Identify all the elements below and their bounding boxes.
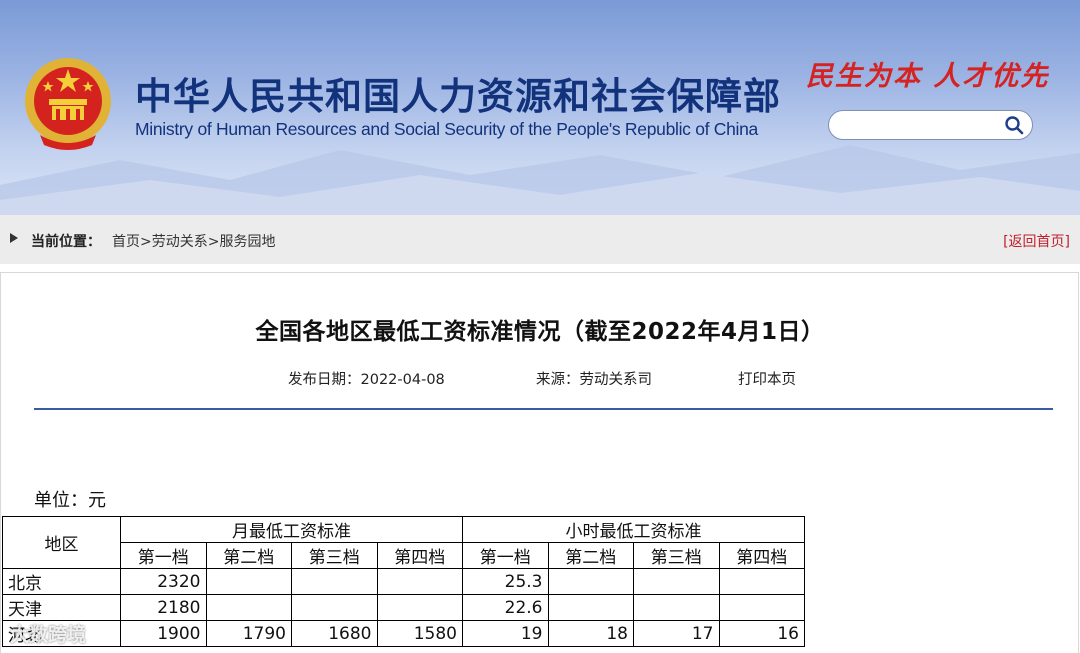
- hourly-cell: 22.6: [462, 594, 549, 621]
- hourly-tier-header: 第三档: [633, 542, 720, 569]
- slogan: 民生为本 人才优先: [806, 61, 1050, 92]
- hourly-cell: [633, 594, 720, 621]
- breadcrumb-separator: >: [207, 234, 220, 250]
- table-header-row: 地区 月最低工资标准 小时最低工资标准: [2, 516, 805, 569]
- monthly-cell: 1790: [205, 620, 292, 647]
- monthly-cell: 1680: [291, 620, 378, 647]
- hourly-tier-header: 第四档: [718, 542, 805, 569]
- breadcrumb-item-home[interactable]: 首页: [112, 234, 140, 250]
- monthly-cell: [205, 594, 292, 621]
- site-title-en: Ministry of Human Resources and Social S…: [135, 119, 758, 139]
- table-row: 北京 2320 25.3: [2, 568, 805, 595]
- header-banner: 中华人民共和国人力资源和社会保障部 Ministry of Human Reso…: [0, 0, 1080, 215]
- minimum-wage-table: 地区 月最低工资标准 小时最低工资标准 第一档 第二档 第三档 第四档 第一档 …: [2, 516, 805, 647]
- breadcrumb-item-labor-relations[interactable]: 劳动关系: [152, 234, 208, 250]
- monthly-cell: [291, 594, 378, 621]
- monthly-cell: [291, 568, 378, 595]
- region-cell: 北京: [2, 568, 121, 595]
- breadcrumb-path: 首页>劳动关系>服务园地: [112, 231, 275, 251]
- monthly-header: 月最低工资标准: [120, 516, 463, 543]
- monthly-cell: 1580: [376, 620, 463, 647]
- monthly-cell: 2180: [120, 594, 207, 621]
- region-cell: 天津: [2, 594, 121, 621]
- monthly-tier-header: 第一档: [120, 542, 207, 569]
- national-emblem-icon: [25, 58, 111, 150]
- breadcrumb-separator: >: [140, 234, 152, 250]
- article-source: 来源：劳动关系司: [536, 372, 652, 388]
- hourly-cell: 18: [547, 620, 634, 647]
- region-header: 地区: [2, 516, 121, 569]
- back-home-link[interactable]: [返回首页]: [1003, 231, 1070, 251]
- monthly-tier-header: 第四档: [376, 542, 463, 569]
- hourly-tier-header: 第二档: [547, 542, 634, 569]
- monthly-cell: 2320: [120, 568, 207, 595]
- publish-date: 发布日期：2022-04-08: [288, 372, 445, 388]
- hourly-tier-header: 第一档: [462, 542, 549, 569]
- hourly-header: 小时最低工资标准: [462, 516, 805, 543]
- monthly-cell: [376, 568, 463, 595]
- breadcrumb: 当前位置： 首页>劳动关系>服务园地 [返回首页]: [0, 215, 1080, 264]
- hourly-cell: [718, 568, 805, 595]
- hourly-cell: [547, 568, 634, 595]
- hourly-cell: [633, 568, 720, 595]
- hourly-cell: 25.3: [462, 568, 549, 595]
- play-arrow-icon: [10, 233, 18, 243]
- tier-header-row: 第一档 第二档 第三档 第四档 第一档 第二档 第三档 第四档: [3, 542, 805, 569]
- title-divider: [34, 408, 1053, 410]
- hourly-cell: 16: [718, 620, 805, 647]
- search-input[interactable]: [841, 115, 1005, 137]
- hourly-cell: 19: [462, 620, 549, 647]
- breadcrumb-label: 当前位置：: [31, 234, 101, 250]
- search-icon[interactable]: [1004, 115, 1024, 135]
- search-box: [828, 110, 1033, 140]
- print-page-link[interactable]: 打印本页: [738, 368, 796, 389]
- breadcrumb-item-service[interactable]: 服务园地: [219, 234, 275, 250]
- watermark: 大数跨境: [10, 624, 87, 646]
- hourly-cell: [718, 594, 805, 621]
- hourly-cell: 17: [633, 620, 720, 647]
- table-row: 天津 2180 22.6: [2, 594, 805, 621]
- monthly-tier-header: 第三档: [291, 542, 378, 569]
- monthly-cell: 1900: [120, 620, 207, 647]
- article-title: 全国各地区最低工资标准情况（截至2022年4月1日）: [255, 319, 825, 345]
- unit-label: 单位：元: [34, 490, 106, 511]
- hourly-cell: [547, 594, 634, 621]
- site-title-cn: 中华人民共和国人力资源和社会保障部: [135, 75, 781, 118]
- monthly-tier-header: 第二档: [205, 542, 292, 569]
- table-row: 河北 1900 1790 1680 1580 19 18 17 16: [2, 620, 805, 647]
- monthly-cell: [376, 594, 463, 621]
- monthly-cell: [205, 568, 292, 595]
